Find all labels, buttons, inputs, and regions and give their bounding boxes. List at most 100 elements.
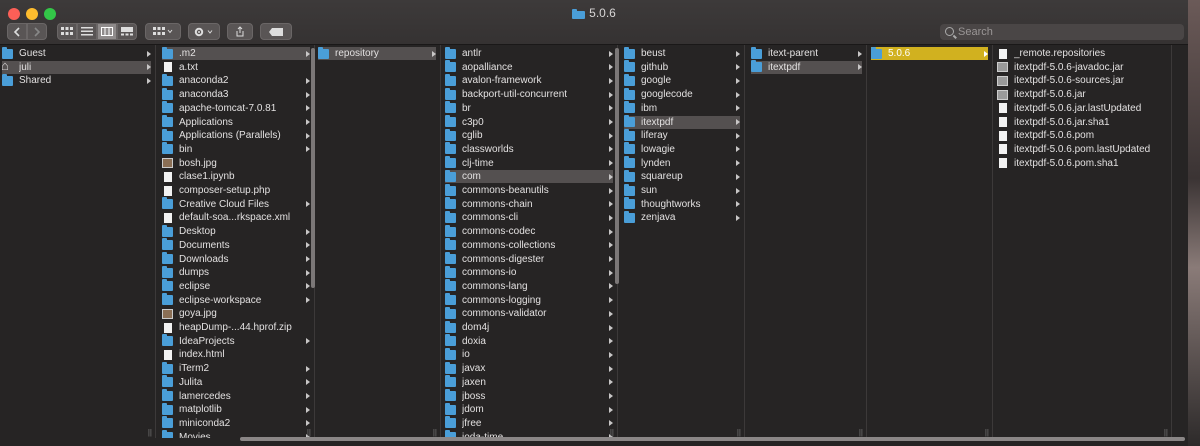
list-item[interactable]: itextpdf-5.0.6.pom.sha1 — [997, 157, 1167, 170]
list-item[interactable]: lowagie — [624, 142, 740, 156]
column-resize-handle[interactable]: || — [737, 428, 741, 437]
list-item[interactable]: antlr — [445, 46, 613, 60]
list-item[interactable]: itext-parent — [751, 46, 862, 60]
list-item[interactable]: jboss — [445, 389, 613, 403]
list-item[interactable]: commons-codec — [445, 224, 613, 238]
list-item[interactable]: c3p0 — [445, 115, 613, 129]
forward-button[interactable] — [27, 23, 47, 40]
browser-column-6[interactable]: itext-parent itextpdf || — [749, 45, 867, 438]
list-item[interactable]: io — [445, 347, 613, 361]
back-button[interactable] — [7, 23, 27, 40]
column-resize-handle[interactable]: || — [985, 428, 989, 437]
list-item[interactable]: Julita — [162, 375, 310, 389]
list-item[interactable]: 5.0.6 — [871, 46, 988, 60]
list-item[interactable]: thoughtworks — [624, 197, 740, 211]
browser-column-3[interactable]: repository || — [316, 45, 441, 438]
list-item[interactable]: aopalliance — [445, 60, 613, 74]
search-field[interactable]: Search — [940, 24, 1184, 40]
arrange-button[interactable] — [145, 23, 181, 40]
list-item[interactable]: backport-util-concurrent — [445, 87, 613, 101]
list-item[interactable]: itextpdf-5.0.6-javadoc.jar — [997, 61, 1167, 74]
list-item[interactable]: anaconda3 — [162, 87, 310, 101]
list-item[interactable]: miniconda2 — [162, 416, 310, 430]
list-item[interactable]: juli — [1, 58, 151, 74]
list-item[interactable]: bin — [162, 142, 310, 156]
list-item[interactable]: dom4j — [445, 320, 613, 334]
browser-column-1[interactable]: Guest juli Shared || — [0, 45, 156, 438]
list-item[interactable]: Guest — [2, 46, 151, 60]
column-resize-handle[interactable]: || — [610, 428, 614, 437]
list-item[interactable]: itextpdf-5.0.6.pom.lastUpdated — [997, 143, 1167, 156]
list-item[interactable]: bosh.jpg — [162, 157, 310, 170]
list-item[interactable]: google — [624, 73, 740, 87]
list-item[interactable]: iTerm2 — [162, 361, 310, 375]
list-item[interactable]: Applications (Parallels) — [162, 128, 310, 142]
list-item[interactable]: Documents — [162, 238, 310, 252]
list-item[interactable]: eclipse-workspace — [162, 293, 310, 307]
list-item[interactable]: .m2 — [162, 46, 310, 60]
list-item[interactable]: itextpdf-5.0.6.jar.sha1 — [997, 116, 1167, 129]
list-item[interactable]: avalon-framework — [445, 73, 613, 87]
list-item[interactable]: dumps — [162, 265, 310, 279]
share-button[interactable] — [227, 23, 253, 40]
list-item[interactable]: eclipse — [162, 279, 310, 293]
list-item[interactable]: liferay — [624, 128, 740, 142]
list-item[interactable]: Downloads — [162, 252, 310, 266]
list-item[interactable]: cglib — [445, 128, 613, 142]
list-item[interactable]: itextpdf-5.0.6.jar — [997, 88, 1167, 101]
list-item[interactable]: a.txt — [162, 61, 310, 74]
list-item[interactable]: clase1.ipynb — [162, 170, 310, 183]
list-item[interactable]: apache-tomcat-7.0.81 — [162, 101, 310, 115]
list-item[interactable]: Applications — [162, 115, 310, 129]
list-item[interactable]: commons-io — [445, 265, 613, 279]
list-item[interactable]: repository — [318, 46, 436, 60]
browser-column-4[interactable]: antlr aopalliance avalon-framework backport… — [443, 45, 618, 438]
tags-button[interactable] — [260, 23, 292, 40]
list-item[interactable]: commons-chain — [445, 197, 613, 211]
list-item[interactable]: br — [445, 101, 613, 115]
list-view-button[interactable] — [77, 23, 97, 40]
list-item[interactable]: itextpdf-5.0.6.pom — [997, 129, 1167, 142]
list-item[interactable]: zenjava — [624, 210, 740, 224]
list-item[interactable]: lynden — [624, 156, 740, 170]
list-item[interactable]: commons-logging — [445, 293, 613, 307]
list-item[interactable]: sun — [624, 183, 740, 197]
list-item[interactable]: itextpdf — [624, 115, 740, 129]
list-item[interactable]: composer-setup.php — [162, 184, 310, 197]
list-item[interactable]: index.html — [162, 348, 310, 361]
browser-column-5[interactable]: beust github google googlecode ibm itextpdf li… — [622, 45, 745, 438]
list-item[interactable]: doxia — [445, 334, 613, 348]
list-item[interactable]: commons-lang — [445, 279, 613, 293]
browser-column-7[interactable]: 5.0.6 || — [869, 45, 993, 438]
list-item[interactable]: default-soa...rkspace.xml — [162, 211, 310, 224]
list-item[interactable]: anaconda2 — [162, 73, 310, 87]
list-item[interactable]: commons-validator — [445, 306, 613, 320]
gallery-view-button[interactable] — [117, 23, 137, 40]
column-2-scrollbar[interactable] — [311, 48, 315, 288]
list-item[interactable]: beust — [624, 46, 740, 60]
list-item[interactable]: com — [445, 169, 613, 184]
list-item[interactable]: itextpdf-5.0.6-sources.jar — [997, 74, 1167, 87]
list-item[interactable]: clj-time — [445, 156, 613, 170]
list-item[interactable]: itextpdf-5.0.6.jar.lastUpdated — [997, 102, 1167, 115]
list-item[interactable]: commons-cli — [445, 210, 613, 224]
list-item[interactable]: classworlds — [445, 142, 613, 156]
column-resize-handle[interactable]: || — [433, 428, 437, 437]
list-item[interactable]: goya.jpg — [162, 307, 310, 320]
column-4-scrollbar[interactable] — [615, 48, 619, 284]
list-item[interactable]: jaxen — [445, 375, 613, 389]
list-item[interactable]: itextpdf — [751, 60, 862, 74]
list-item[interactable]: javax — [445, 361, 613, 375]
browser-column-2[interactable]: .m2 a.txt anaconda2 anaconda3 apache-tomcat-… — [160, 45, 315, 438]
list-item[interactable]: jfree — [445, 416, 613, 430]
list-item[interactable]: _remote.repositories — [997, 47, 1167, 60]
list-item[interactable]: jdom — [445, 402, 613, 416]
horizontal-scrollbar[interactable] — [240, 437, 1185, 441]
browser-column-8[interactable]: _remote.repositories itextpdf-5.0.6-javad… — [995, 45, 1172, 438]
list-item[interactable]: heapDump-...44.hprof.zip — [162, 321, 310, 334]
list-item[interactable]: Shared — [2, 73, 151, 87]
list-item[interactable]: squareup — [624, 169, 740, 183]
list-item[interactable]: IdeaProjects — [162, 334, 310, 348]
list-item[interactable]: github — [624, 60, 740, 74]
column-resize-handle[interactable]: || — [307, 428, 311, 437]
